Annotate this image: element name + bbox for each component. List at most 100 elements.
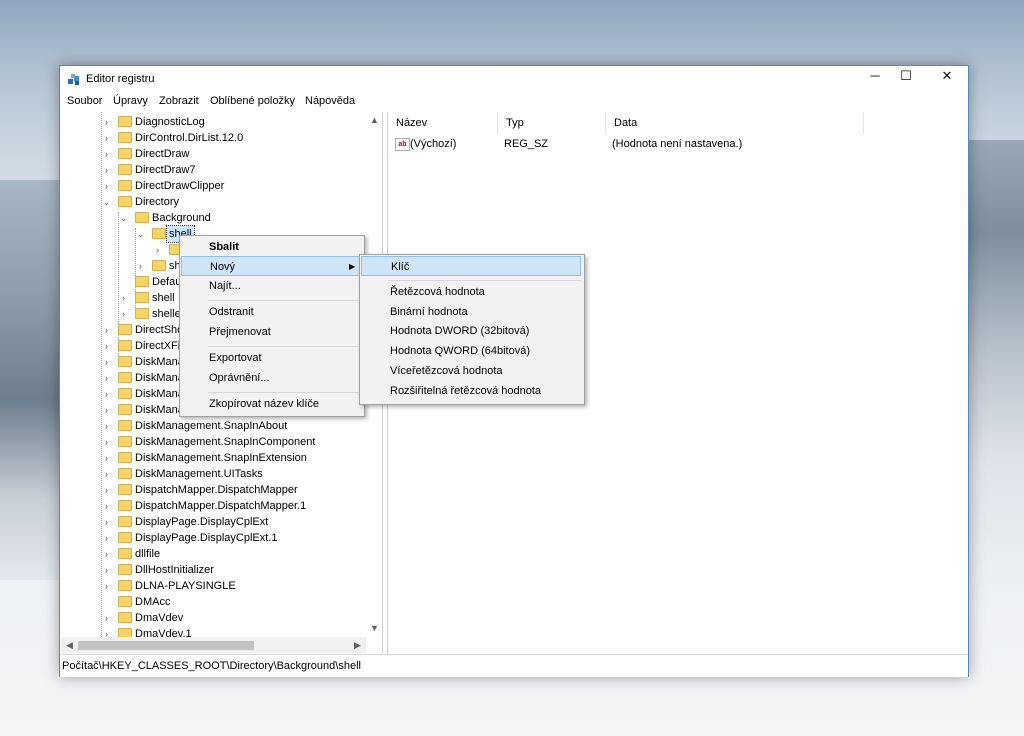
folder-icon (118, 132, 132, 143)
tree-item-label: DirectSho (135, 324, 184, 336)
status-path: Počítač\HKEY_CLASSES_ROOT\Directory\Back… (62, 660, 361, 672)
menu-item-delete[interactable]: Odstranit (209, 302, 254, 322)
folder-icon (118, 388, 132, 399)
tree-item-label: DispatchMapper.DispatchMapper (135, 484, 298, 496)
tree-item-label: DisplayPage.DisplayCplExt (135, 516, 269, 528)
folder-icon (118, 164, 132, 175)
tree-item-label: DiskManagement.SnapInAbout (135, 420, 288, 432)
tree-item-label: shell (152, 292, 175, 304)
folder-icon (118, 116, 132, 127)
tree-item-label: dllfile (135, 548, 161, 560)
new-submenu: Klíč Řetězcová hodnota Binární hodnota H… (359, 254, 585, 405)
value-type: REG_SZ (504, 138, 549, 150)
folder-icon (135, 308, 149, 319)
string-value-icon: ab (395, 138, 410, 151)
folder-icon (118, 148, 132, 159)
tree-item-label: DiskMana (135, 356, 184, 368)
folder-icon (118, 196, 132, 207)
tree-item-label: Background (152, 212, 211, 224)
scroll-down-arrow-icon[interactable]: ▼ (366, 620, 382, 637)
tree-item-label: DirectXFil (135, 340, 183, 352)
folder-icon (118, 452, 132, 463)
folder-icon (118, 356, 132, 367)
title-bar: Editor registru ─ ☐ ✕ (60, 66, 968, 92)
tree-item-label: DirectDraw7 (135, 164, 196, 176)
scroll-left-arrow-icon[interactable]: ◀ (61, 637, 78, 653)
menu-item-find[interactable]: Najít... (209, 276, 241, 296)
menu-item-copy-key-name[interactable]: Zkopírovat název klíče (209, 394, 319, 414)
folder-icon (118, 500, 132, 511)
folder-icon (118, 532, 132, 543)
collapse-chevron-icon[interactable]: ⌄ (136, 226, 145, 242)
folder-icon (118, 324, 132, 335)
tree-item-label: DLNA-PLAYSINGLE (135, 580, 236, 592)
submenu-item-key-label: Klíč (391, 261, 410, 273)
folder-icon (135, 292, 149, 303)
tree-item-label: DiskManagement.UITasks (135, 468, 263, 480)
menu-separator (208, 346, 360, 347)
menu-soubor[interactable]: Soubor (67, 95, 102, 107)
status-bar: Počítač\HKEY_CLASSES_ROOT\Directory\Back… (60, 654, 968, 677)
window-title: Editor registru (86, 73, 155, 85)
scroll-up-arrow-icon[interactable]: ▲ (366, 112, 382, 129)
menu-item-new[interactable]: Nový ▶ (181, 256, 361, 276)
menu-item-new-label: Nový (210, 261, 236, 273)
menu-item-rename[interactable]: Přejmenovat (209, 322, 271, 342)
collapse-chevron-icon[interactable]: ⌄ (102, 194, 111, 210)
menu-separator (208, 300, 360, 301)
submenu-item-expandable-string-value[interactable]: Rozšiřitelná řetězcová hodnota (390, 381, 541, 401)
menu-bar: Soubor Úpravy Zobrazit Oblíbené položky … (60, 92, 968, 111)
maximize-button[interactable]: ☐ (883, 66, 929, 86)
menu-item-export[interactable]: Exportovat (209, 348, 262, 368)
folder-icon (152, 228, 166, 239)
tree-item-label: DirectDraw (135, 148, 190, 160)
folder-icon (135, 276, 149, 287)
close-button[interactable]: ✕ (924, 66, 970, 86)
menu-upravy[interactable]: Úpravy (113, 95, 148, 107)
value-name[interactable]: (Výchozí) (410, 138, 456, 150)
menu-zobrazit[interactable]: Zobrazit (159, 95, 199, 107)
context-menu: Sbalit Nový ▶ Najít... Odstranit Přejmen… (179, 235, 365, 417)
tree-item-label: DllHostInitializer (135, 564, 214, 576)
submenu-item-string-value[interactable]: Řetězcová hodnota (390, 282, 485, 302)
column-header-name[interactable]: Název (388, 112, 498, 134)
tree-horizontal-scrollbar[interactable]: ◀ ▶ (61, 637, 366, 653)
tree-item-label: DiskManagement.SnapInComponent (135, 436, 316, 448)
tree-item-label: DispatchMapper.DispatchMapper.1 (135, 500, 307, 512)
scroll-right-arrow-icon[interactable]: ▶ (349, 637, 366, 653)
folder-icon (118, 340, 132, 351)
collapse-chevron-icon[interactable]: ⌄ (119, 210, 128, 226)
folder-icon (118, 372, 132, 383)
column-header-data[interactable]: Data (606, 112, 864, 134)
tree-item-label: DirControl.DirList.12.0 (135, 132, 244, 144)
submenu-item-qword-value[interactable]: Hodnota QWORD (64bitová) (390, 341, 530, 361)
submenu-arrow-icon: ▶ (349, 262, 356, 271)
submenu-item-key[interactable]: Klíč (361, 256, 581, 276)
tree-item-label: DiskManagement.SnapInExtension (135, 452, 307, 464)
folder-icon (118, 596, 132, 607)
menu-separator (388, 280, 581, 281)
tree-item-label: DiskMana (135, 372, 184, 384)
menu-item-collapse[interactable]: Sbalit (209, 237, 239, 257)
folder-icon (118, 580, 132, 591)
folder-icon (118, 404, 132, 415)
tree-item-label: DisplayPage.DisplayCplExt.1 (135, 532, 278, 544)
tree-item-label: DirectDrawClipper (135, 180, 225, 192)
menu-oblibene-polozky[interactable]: Oblíbené položky (210, 95, 295, 107)
folder-icon (118, 516, 132, 527)
horizontal-scroll-thumb[interactable] (78, 641, 254, 650)
submenu-item-binary-value[interactable]: Binární hodnota (390, 302, 468, 322)
folder-icon (118, 420, 132, 431)
folder-icon (135, 212, 149, 223)
menu-napoveda[interactable]: Nápověda (305, 95, 355, 107)
column-header-type[interactable]: Typ (498, 112, 606, 134)
folder-icon (118, 548, 132, 559)
folder-icon (152, 260, 166, 271)
tree-item-label: Defau (152, 276, 182, 288)
folder-icon (118, 180, 132, 191)
menu-item-permissions[interactable]: Oprávnění... (209, 368, 270, 388)
submenu-item-dword-value[interactable]: Hodnota DWORD (32bitová) (390, 321, 529, 341)
submenu-item-multi-string-value[interactable]: Víceřetězcová hodnota (390, 361, 503, 381)
folder-icon (118, 468, 132, 479)
tree-item-label: DMAcc (135, 596, 171, 608)
